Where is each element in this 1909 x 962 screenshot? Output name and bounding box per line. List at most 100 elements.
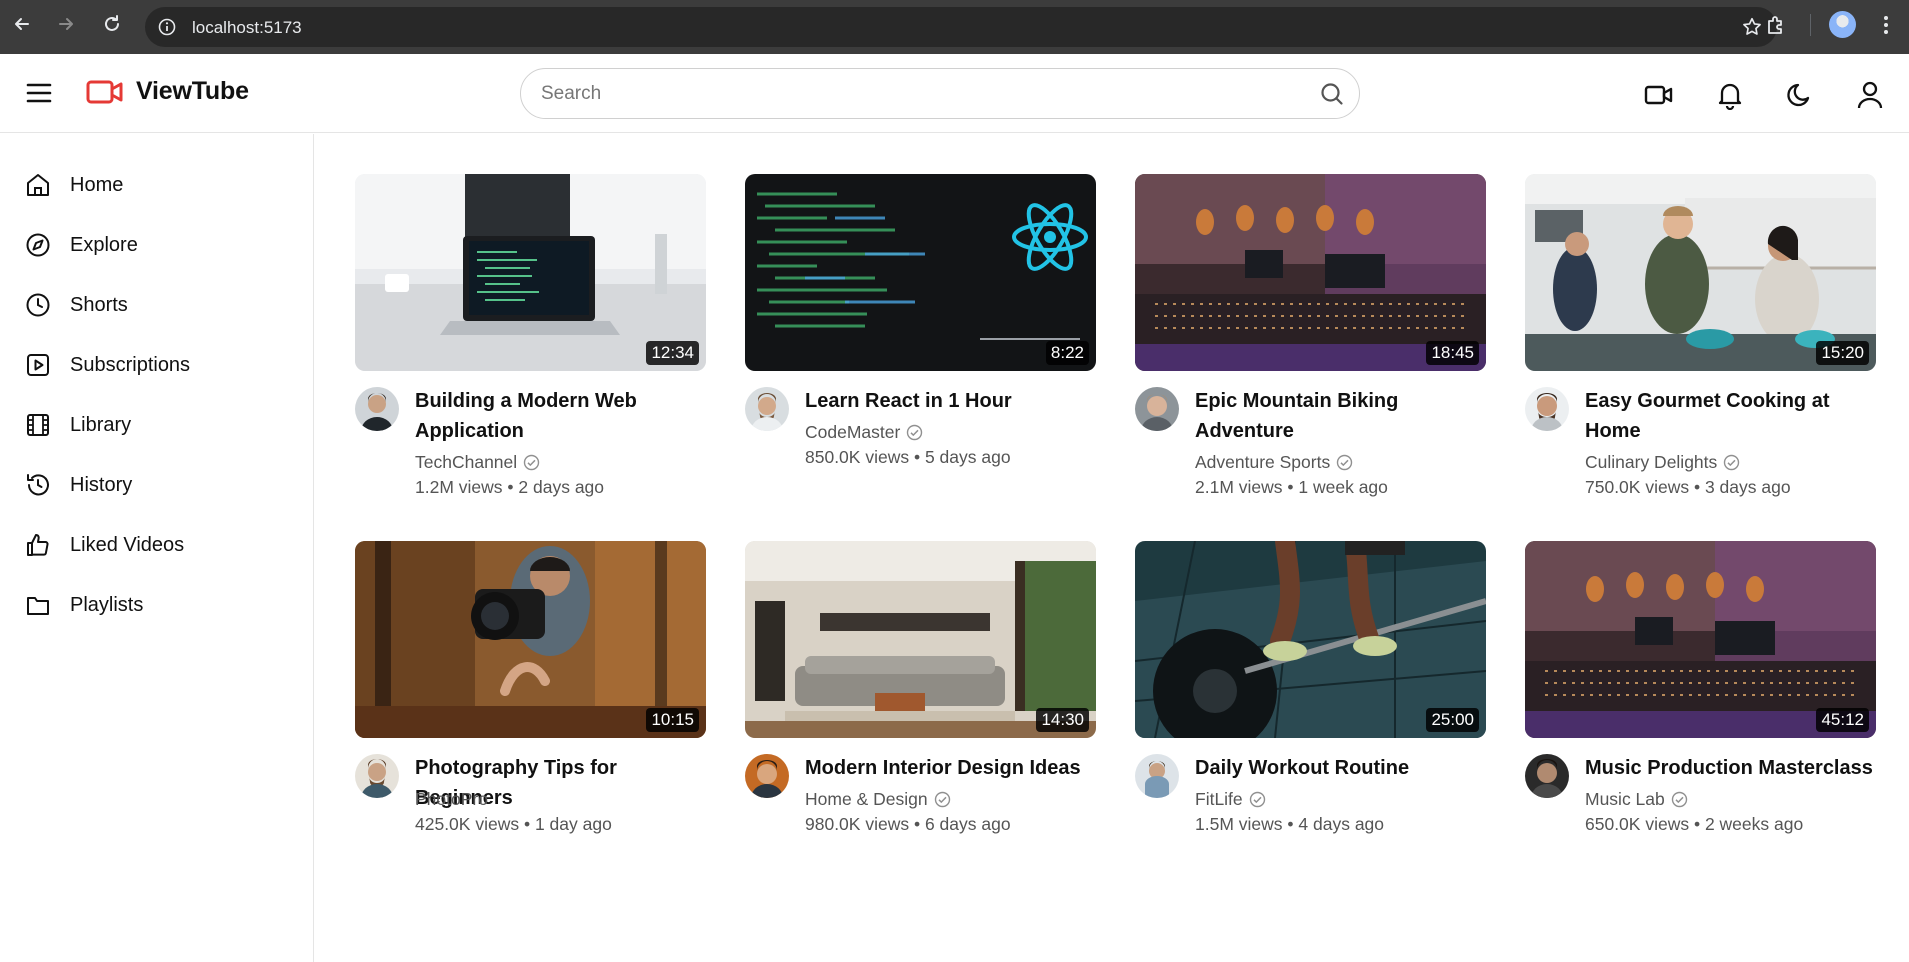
sidebar-item-library[interactable]: Library	[0, 401, 314, 449]
sidebar-item-shorts[interactable]: Shorts	[0, 281, 314, 329]
video-thumbnail[interactable]: 14:30	[745, 541, 1096, 738]
sidebar: Home Explore Shorts Subscriptions Librar…	[0, 134, 314, 962]
search-icon[interactable]	[1319, 81, 1345, 107]
extensions-icon[interactable]	[1764, 13, 1788, 37]
sidebar-item-playlists[interactable]: Playlists	[0, 581, 314, 629]
channel-row: TechChannel	[415, 450, 540, 475]
back-icon[interactable]	[11, 13, 33, 35]
verified-check-icon	[1337, 454, 1353, 471]
channel-avatar[interactable]	[355, 754, 399, 798]
channel-avatar[interactable]	[355, 387, 399, 431]
play-square-icon	[27, 354, 49, 376]
video-title[interactable]: Music Production Masterclass	[1585, 753, 1875, 783]
channel-name[interactable]: TechChannel	[415, 450, 517, 475]
video-title[interactable]: Modern Interior Design Ideas	[805, 753, 1095, 783]
channel-name[interactable]: CodeMaster	[805, 420, 900, 445]
sidebar-item-explore[interactable]: Explore	[0, 221, 314, 269]
sidebar-item-label: Shorts	[70, 293, 128, 316]
channel-row: FitLife	[1195, 787, 1266, 812]
url-text[interactable]: localhost:5173	[192, 18, 302, 38]
channel-name[interactable]: Music Lab	[1585, 787, 1665, 812]
history-icon	[27, 474, 49, 496]
video-duration: 10:15	[646, 708, 699, 732]
browser-toolbar: localhost:5173	[0, 0, 1909, 54]
video-duration: 18:45	[1426, 341, 1479, 365]
app-header: ViewTube	[0, 54, 1909, 133]
video-thumbnail[interactable]: 12:34	[355, 174, 706, 371]
browser-menu-icon[interactable]	[1878, 13, 1894, 37]
sidebar-item-label: Playlists	[70, 593, 144, 616]
sidebar-item-subscriptions[interactable]: Subscriptions	[0, 341, 314, 389]
video-duration: 14:30	[1036, 708, 1089, 732]
dark-mode-moon-icon[interactable]	[1785, 80, 1815, 110]
video-stats: 750.0K views • 3 days ago	[1585, 477, 1791, 497]
home-icon	[27, 174, 49, 196]
upload-age: 4 days ago	[1298, 814, 1385, 834]
sidebar-item-history[interactable]: History	[0, 461, 314, 509]
profile-avatar[interactable]	[1829, 11, 1856, 38]
channel-name[interactable]: Adventure Sports	[1195, 450, 1330, 475]
menu-icon[interactable]	[26, 82, 52, 104]
app-logo[interactable]: ViewTube	[86, 77, 249, 106]
video-duration: 12:34	[646, 341, 699, 365]
verified-check-icon	[1671, 791, 1687, 808]
video-title[interactable]: Easy Gourmet Cooking at Home	[1585, 386, 1875, 446]
channel-avatar[interactable]	[1135, 387, 1179, 431]
video-stats: 650.0K views • 2 weeks ago	[1585, 814, 1804, 834]
sidebar-item-label: Home	[70, 173, 124, 196]
video-stats: 850.0K views • 5 days ago	[805, 447, 1011, 467]
sidebar-item-liked-videos[interactable]: Liked Videos	[0, 521, 314, 569]
video-title[interactable]: Epic Mountain Biking Adventure	[1195, 386, 1485, 446]
channel-avatar[interactable]	[745, 754, 789, 798]
channel-avatar[interactable]	[1525, 387, 1569, 431]
sidebar-item-home[interactable]: Home	[0, 161, 314, 209]
toolbar-divider	[1810, 14, 1811, 36]
video-title[interactable]: Learn React in 1 Hour	[805, 386, 1095, 416]
verified-check-icon	[1724, 454, 1740, 471]
channel-row: Home & Design	[805, 787, 951, 812]
upload-age: 2 days ago	[518, 477, 605, 497]
channel-name[interactable]: Home & Design	[805, 787, 928, 812]
view-count: 750.0K views	[1585, 477, 1690, 497]
channel-avatar[interactable]	[745, 387, 789, 431]
video-thumbnail[interactable]: 8:22	[745, 174, 1096, 371]
video-thumbnail[interactable]: 45:12	[1525, 541, 1876, 738]
channel-row: Culinary Delights	[1585, 450, 1740, 475]
channel-avatar[interactable]	[1525, 754, 1569, 798]
channel-row: Music Lab	[1585, 787, 1688, 812]
sidebar-item-label: Explore	[70, 233, 138, 256]
create-video-icon[interactable]	[1644, 80, 1674, 110]
video-stats: 1.2M views • 2 days ago	[415, 477, 605, 497]
channel-name[interactable]: PhotoPro	[415, 787, 488, 812]
search-input[interactable]	[541, 69, 1301, 118]
reload-icon[interactable]	[101, 13, 123, 35]
upload-age: 5 days ago	[924, 447, 1011, 467]
video-title[interactable]: Building a Modern Web Application	[415, 386, 705, 446]
video-thumbnail[interactable]: 15:20	[1525, 174, 1876, 371]
channel-name[interactable]: FitLife	[1195, 787, 1243, 812]
video-duration: 8:22	[1045, 341, 1089, 365]
film-icon	[27, 414, 49, 436]
video-stats: 425.0K views • 1 day ago	[415, 814, 612, 834]
upload-age: 1 day ago	[534, 814, 612, 834]
video-thumbnail[interactable]: 18:45	[1135, 174, 1486, 371]
video-thumbnail[interactable]: 25:00	[1135, 541, 1486, 738]
channel-name[interactable]: Culinary Delights	[1585, 450, 1717, 475]
video-title[interactable]: Daily Workout Routine	[1195, 753, 1485, 783]
video-stats: 2.1M views • 1 week ago	[1195, 477, 1388, 497]
channel-avatar[interactable]	[1135, 754, 1179, 798]
bookmark-star-icon[interactable]	[1741, 16, 1763, 38]
forward-icon[interactable]	[55, 13, 77, 35]
view-count: 850.0K views	[805, 447, 910, 467]
address-bar[interactable]: localhost:5173	[145, 7, 1777, 47]
view-count: 1.2M views	[415, 477, 503, 497]
video-stats: 980.0K views • 6 days ago	[805, 814, 1011, 834]
video-thumbnail[interactable]: 10:15	[355, 541, 706, 738]
site-info-icon[interactable]	[157, 17, 177, 37]
notifications-bell-icon[interactable]	[1715, 80, 1745, 110]
channel-row: Adventure Sports	[1195, 450, 1353, 475]
account-user-icon[interactable]	[1855, 80, 1885, 110]
compass-icon	[26, 233, 50, 257]
view-count: 650.0K views	[1585, 814, 1690, 834]
channel-row: CodeMaster	[805, 420, 923, 445]
